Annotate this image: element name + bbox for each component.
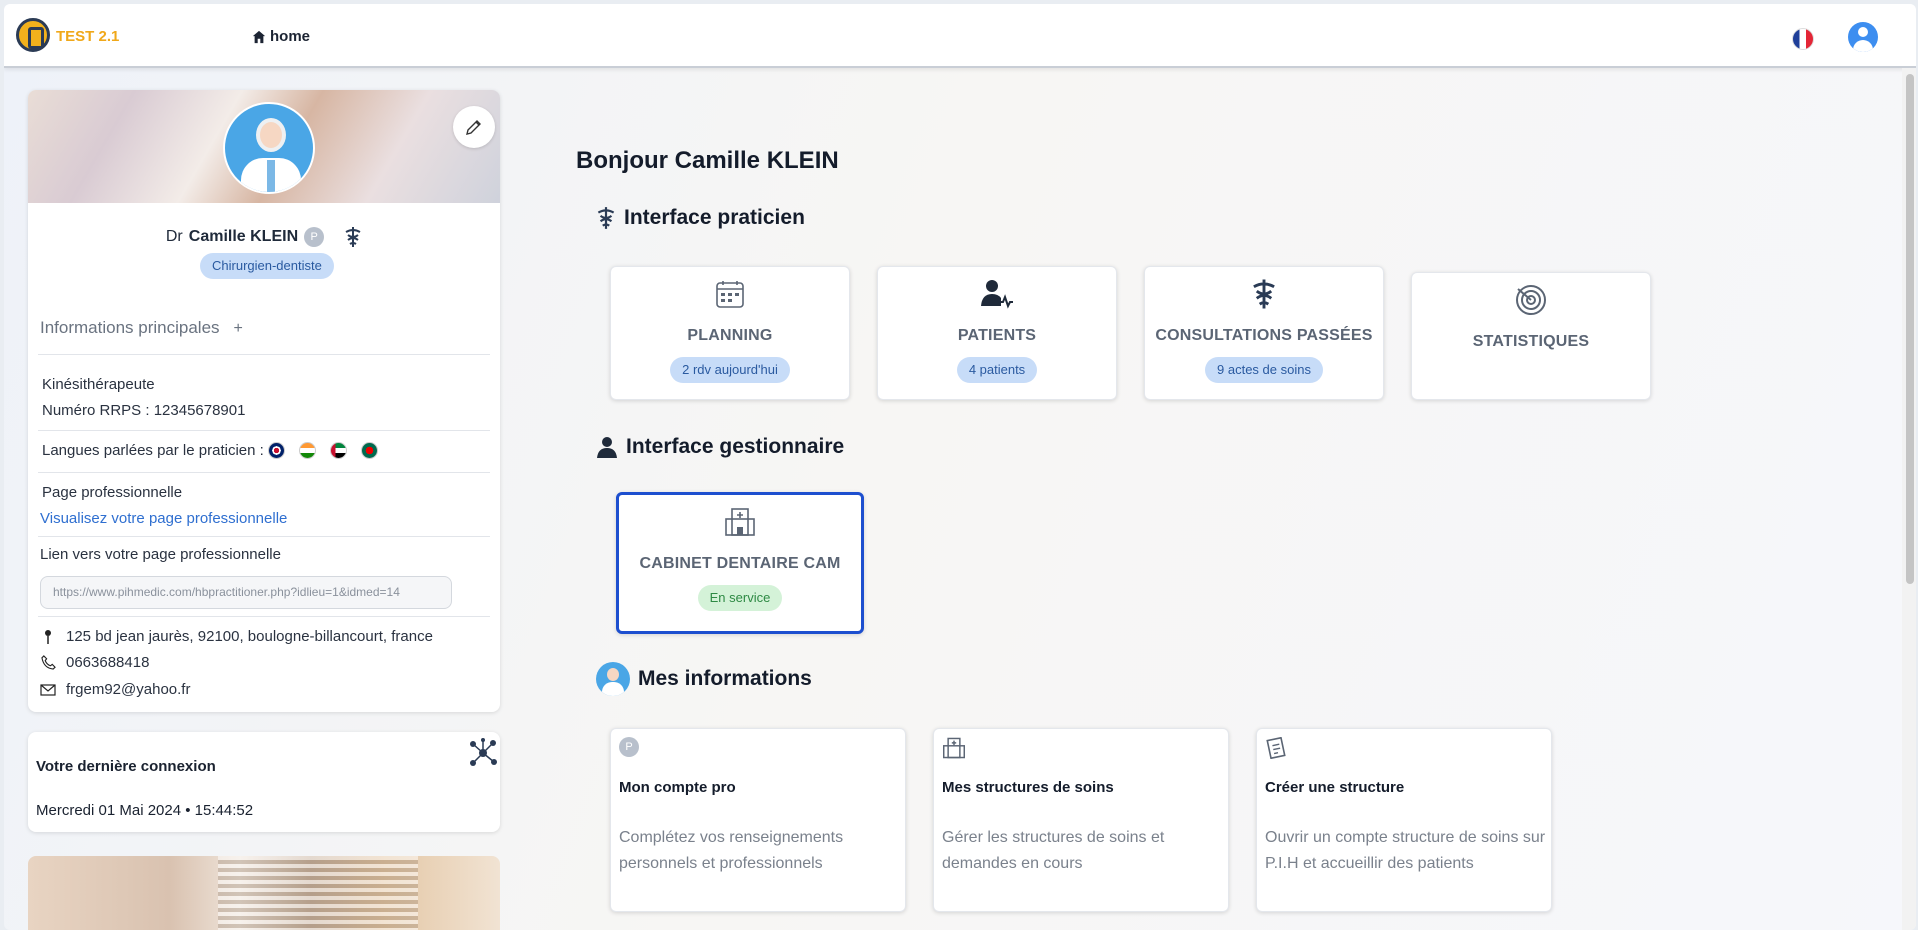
map-pin-icon [40, 629, 56, 645]
info-card-desc: Gérer les structures de soins et demande… [942, 829, 1165, 872]
info-section-title: Mes informations [596, 662, 812, 696]
pro-link-input[interactable]: https://www.pihmedic.com/hbpractitioner.… [40, 576, 452, 609]
info-card-desc: Complétez vos renseignements personnels … [619, 829, 844, 872]
hospital-icon [724, 505, 756, 539]
divider [38, 536, 490, 537]
last-connection-date: Mercredi 01 Mai 2024 • 15:44:52 [36, 802, 254, 819]
structure-tile-cabinet[interactable]: CABINET DENTAIRE CAM En service [616, 492, 864, 634]
doctor-avatar-icon [596, 662, 630, 696]
pro-page-label: Page professionnelle [42, 484, 183, 501]
flag-uk-icon [268, 442, 285, 459]
pencil-icon [466, 120, 481, 135]
patients-badge: 4 patients [956, 357, 1038, 383]
email-text: frgem92@yahoo.fr [66, 681, 191, 698]
calendar-icon [715, 277, 745, 311]
envelope-icon [40, 683, 56, 696]
p-badge-icon: P [619, 737, 639, 757]
logo-icon[interactable] [16, 18, 50, 52]
practitioner-section-label: Interface praticien [624, 206, 805, 229]
pro-badge-icon: P [304, 227, 325, 247]
patient-icon [980, 277, 1014, 311]
structure-status-badge: En service [697, 585, 783, 611]
rrps-text: Numéro RRPS : 12345678901 [42, 402, 246, 419]
user-tie-icon [597, 437, 617, 458]
doctor-avatar [223, 102, 315, 194]
statistics-tile[interactable]: STATISTIQUES [1411, 272, 1651, 400]
info-card-structures[interactable]: Mes structures de soins Gérer les struct… [933, 728, 1229, 912]
info-section-label: Mes informations [638, 667, 812, 690]
doctor-name: Camille KLEIN [188, 228, 299, 245]
promo-photo [28, 856, 500, 930]
pro-link-label: Lien vers votre page professionnelle [40, 546, 281, 563]
statistics-label: STATISTIQUES [1472, 333, 1590, 350]
app-frame: TEST 2.1 home Dr Camille KLEIN P Chirurg… [4, 4, 1916, 930]
planning-tile[interactable]: PLANNING 2 rdv aujourd'hui [610, 266, 850, 400]
manager-section-label: Interface gestionnaire [626, 435, 845, 458]
address-text: 125 bd jean jaurès, 92100, boulogne-bill… [66, 628, 433, 645]
languages-label: Langues parlées par le praticien : [42, 442, 264, 459]
edit-profile-button[interactable] [453, 106, 495, 148]
greeting-title: Bonjour Camille KLEIN [576, 147, 839, 174]
last-connection-title: Votre dernière connexion [36, 758, 216, 775]
info-card-creer-structure[interactable]: Créer une structure Ouvrir un compte str… [1256, 728, 1552, 912]
divider [38, 472, 490, 473]
user-account-icon[interactable] [1848, 22, 1878, 52]
info-heading: Informations principales [40, 318, 220, 337]
caduceus-icon [597, 207, 615, 229]
profession-text: Kinésithérapeute [42, 376, 155, 393]
home-label: home [270, 28, 311, 45]
info-principales-toggle[interactable]: Informations principales + [40, 318, 243, 338]
specialty-badge: Chirurgien-dentiste [200, 253, 334, 279]
info-card-desc: Ouvrir un compte structure de soins sur … [1265, 829, 1546, 872]
divider [38, 616, 490, 617]
home-link[interactable]: home [252, 28, 310, 45]
planning-badge: 2 rdv aujourd'hui [670, 357, 790, 383]
hospital-icon [943, 737, 965, 759]
stats-icon [1514, 283, 1548, 317]
flag-uae-icon [330, 442, 347, 459]
caduceus-icon [1251, 277, 1277, 311]
info-card-title: Créer une structure [1265, 779, 1405, 796]
info-card-title: Mon compte pro [619, 779, 736, 796]
title-prefix: Dr [165, 228, 183, 245]
consultations-badge: 9 actes de soins [1205, 357, 1323, 383]
last-connection-card: Votre dernière connexion Mercredi 01 Mai… [28, 732, 500, 832]
profile-card: Dr Camille KLEIN P Chirurgien-dentiste I… [28, 90, 500, 712]
divider [38, 430, 490, 431]
flag-india-icon [299, 442, 316, 459]
consultations-label: CONSULTATIONS PASSÉES [1155, 327, 1373, 344]
consultations-tile[interactable]: CONSULTATIONS PASSÉES 9 actes de soins [1144, 266, 1384, 400]
manager-section-title: Interface gestionnaire [596, 435, 844, 459]
doctor-name-row: Dr Camille KLEIN P [28, 226, 500, 248]
document-icon [1266, 737, 1286, 759]
brand-name[interactable]: TEST 2.1 [56, 28, 119, 45]
phone-row: 0663688418 [40, 654, 149, 671]
top-bar: TEST 2.1 home [4, 4, 1916, 68]
scrollbar-thumb[interactable] [1906, 74, 1914, 584]
email-row: frgem92@yahoo.fr [40, 681, 190, 698]
language-flag-fr-icon[interactable] [1792, 28, 1814, 50]
info-card-title: Mes structures de soins [942, 779, 1114, 796]
phone-text: 0663688418 [66, 654, 150, 671]
plus-icon: + [233, 320, 243, 337]
structure-label: CABINET DENTAIRE CAM [639, 555, 841, 572]
practitioner-section-title: Interface praticien [596, 206, 805, 230]
patients-label: PATIENTS [957, 327, 1037, 344]
language-flags [268, 442, 378, 459]
pro-page-link[interactable]: Visualisez votre page professionnelle [40, 510, 287, 527]
caduceus-icon [345, 227, 361, 247]
planning-label: PLANNING [687, 327, 773, 344]
home-icon [252, 30, 266, 43]
network-icon [470, 738, 497, 766]
flag-bangladesh-icon [361, 442, 378, 459]
patients-tile[interactable]: PATIENTS 4 patients [877, 266, 1117, 400]
divider [38, 354, 490, 355]
info-card-mon-compte-pro[interactable]: P Mon compte pro Complétez vos renseigne… [610, 728, 906, 912]
address-row: 125 bd jean jaurès, 92100, boulogne-bill… [40, 628, 433, 645]
phone-icon [40, 655, 56, 670]
